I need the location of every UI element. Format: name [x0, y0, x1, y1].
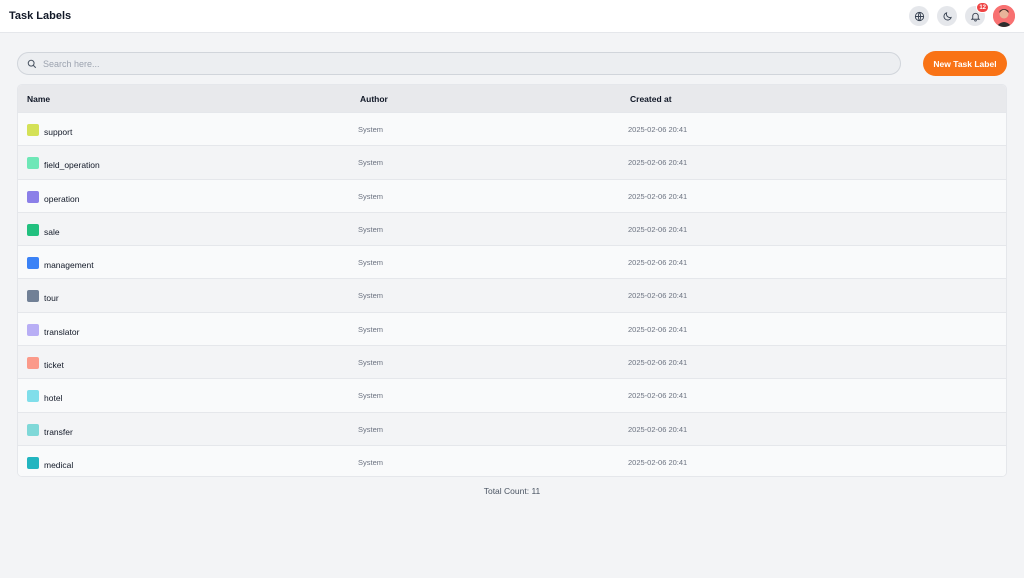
label-author: System [358, 424, 384, 434]
label-name: medical [44, 459, 74, 470]
moon-icon [943, 11, 952, 20]
label-created-at: 2025-02-06 20:41 [628, 258, 688, 268]
label-author: System [358, 224, 384, 234]
label-created-at: 2025-02-06 20:41 [628, 358, 688, 368]
label-name: field_operation [44, 160, 100, 171]
top-bar: Task Labels 12 [0, 0, 1024, 33]
table-row[interactable]: sale System 2025-02-06 20:41 [18, 211, 1006, 246]
label-name: transfer [44, 426, 73, 437]
label-created-at: 2025-02-06 20:41 [628, 324, 688, 334]
label-color-swatch [27, 290, 39, 303]
label-name: hotel [44, 393, 63, 404]
column-header-created[interactable]: Created at [630, 94, 672, 104]
user-avatar-image [993, 5, 1015, 27]
label-author: System [358, 191, 384, 201]
label-created-at: 2025-02-06 20:41 [628, 191, 688, 201]
theme-toggle-button[interactable] [937, 6, 957, 26]
label-author: System [358, 358, 384, 368]
table-body: support System 2025-02-06 20:41 field_opera… [18, 112, 1006, 476]
label-name: tour [44, 293, 59, 304]
search-icon [27, 59, 37, 68]
table-row[interactable]: field_operation System 2025-02-06 20:41 [18, 145, 1006, 179]
table-row[interactable]: tour System 2025-02-06 20:41 [18, 278, 1006, 312]
notifications-button[interactable]: 12 [965, 2, 989, 26]
label-created-at: 2025-02-06 20:41 [628, 457, 688, 467]
table-row[interactable]: transfer System 2025-02-06 20:41 [18, 411, 1006, 445]
avatar[interactable] [993, 5, 1015, 27]
label-color-swatch [27, 423, 39, 436]
label-author: System [358, 324, 384, 334]
label-name: support [44, 127, 73, 137]
table-header: Name Author Created at [18, 85, 1006, 112]
label-created-at: 2025-02-06 20:41 [628, 224, 688, 234]
label-color-swatch [27, 456, 39, 469]
column-header-name[interactable]: Name [27, 94, 50, 104]
label-color-swatch [27, 124, 39, 136]
label-color-swatch [27, 323, 39, 336]
label-created-at: 2025-02-06 20:41 [628, 424, 688, 434]
label-color-swatch [27, 157, 39, 170]
label-author: System [358, 125, 384, 134]
label-color-swatch [27, 390, 39, 403]
table-row[interactable]: operation System 2025-02-06 20:41 [18, 178, 1006, 212]
label-color-swatch [27, 357, 39, 370]
notification-badge: 12 [976, 2, 989, 13]
task-labels-table: Name Author Created at support System 2025… [17, 84, 1007, 477]
label-author: System [358, 158, 384, 168]
table-row[interactable]: medical System 2025-02-06 20:41 [18, 444, 1006, 476]
label-color-swatch [27, 257, 39, 270]
label-author: System [358, 291, 384, 301]
table-row[interactable]: ticket System 2025-02-06 20:41 [18, 345, 1006, 379]
globe-icon [914, 11, 924, 21]
label-name: sale [44, 226, 60, 237]
top-actions: 12 [909, 2, 1015, 27]
label-name: management [44, 260, 94, 271]
label-created-at: 2025-02-06 20:41 [628, 125, 688, 134]
table-row[interactable]: translator System 2025-02-06 20:41 [18, 311, 1006, 346]
table-row[interactable]: management System 2025-02-06 20:41 [18, 245, 1006, 279]
label-created-at: 2025-02-06 20:41 [628, 391, 688, 401]
language-button[interactable] [909, 6, 929, 26]
table-row[interactable]: support System 2025-02-06 20:41 [18, 112, 1006, 146]
label-color-swatch [27, 223, 39, 236]
table-row[interactable]: hotel System 2025-02-06 20:41 [18, 378, 1006, 412]
new-task-label-button[interactable]: New Task Label [923, 51, 1007, 76]
label-author: System [358, 258, 384, 268]
column-header-author[interactable]: Author [360, 94, 388, 104]
label-name: ticket [44, 360, 64, 371]
label-color-swatch [27, 190, 39, 203]
label-name: operation [44, 193, 80, 204]
label-created-at: 2025-02-06 20:41 [628, 158, 688, 168]
label-author: System [358, 391, 384, 401]
label-created-at: 2025-02-06 20:41 [628, 291, 688, 301]
page-title: Task Labels [9, 10, 72, 22]
search-bar [17, 52, 901, 75]
total-count: Total Count: 11 [483, 486, 541, 496]
label-author: System [358, 457, 384, 467]
label-name: translator [44, 326, 80, 337]
search-input[interactable] [43, 58, 883, 69]
